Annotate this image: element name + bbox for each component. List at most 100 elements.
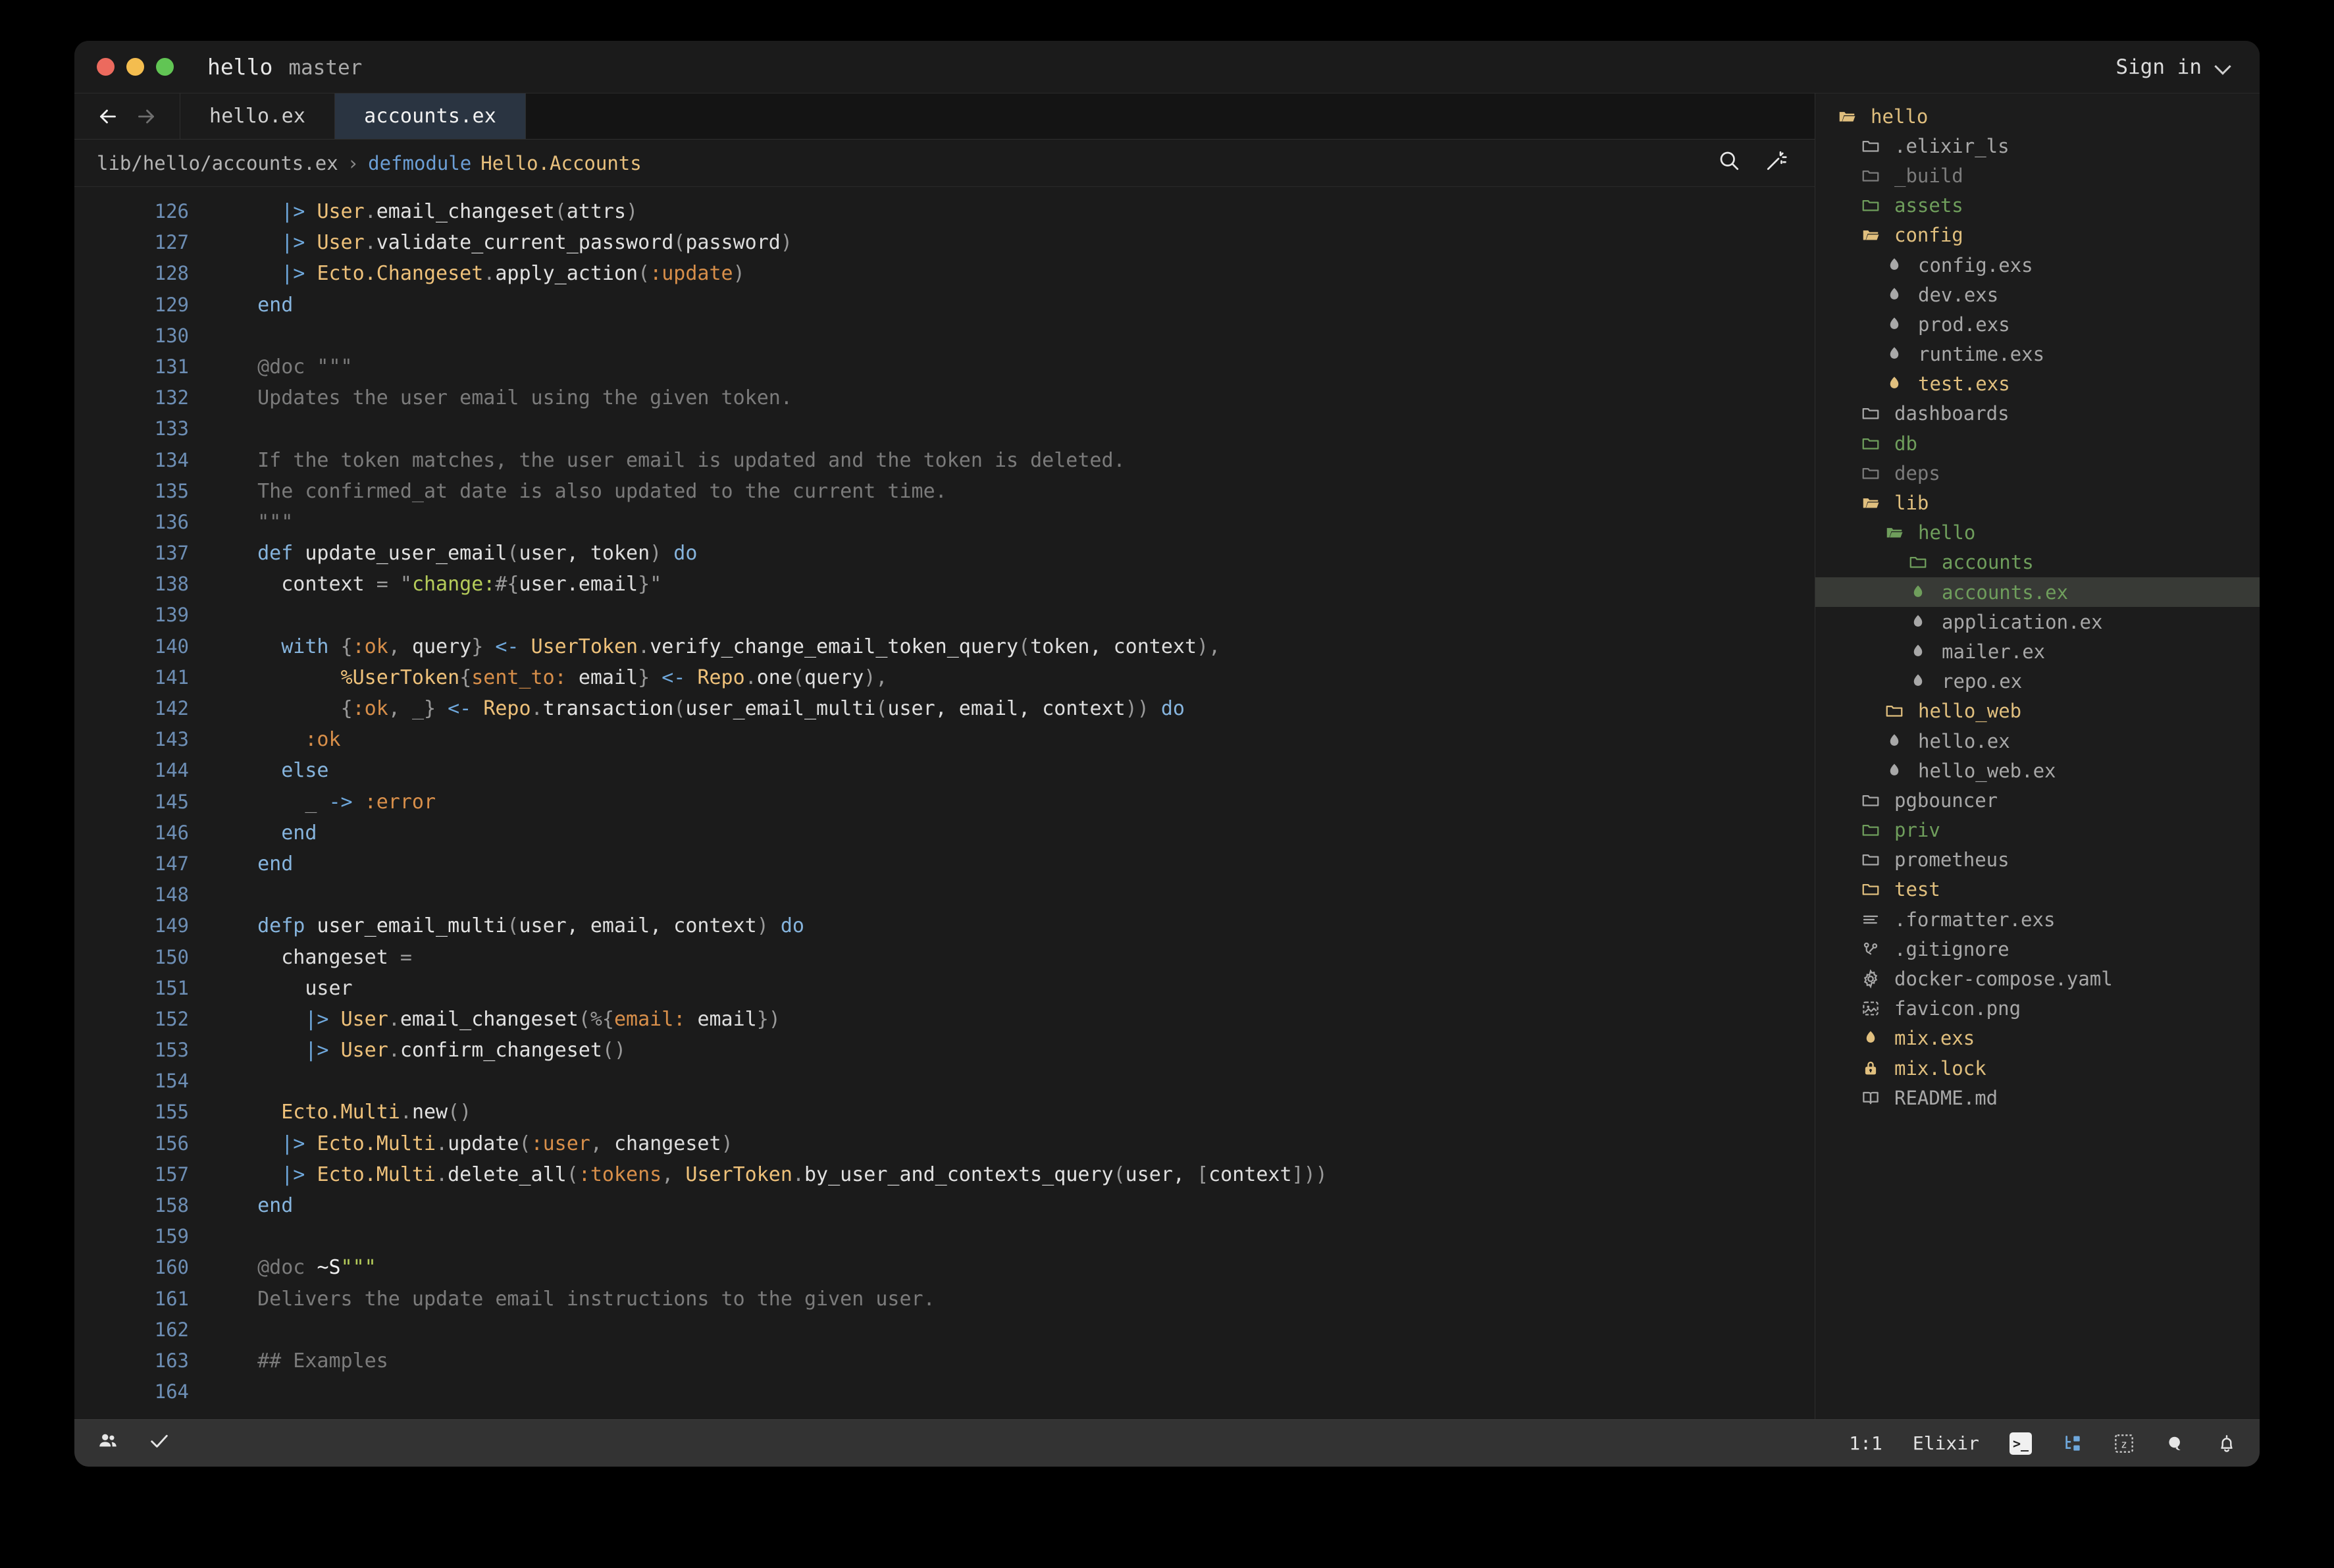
notifications-bell-icon[interactable]: [2216, 1433, 2237, 1454]
code-line[interactable]: 126 |> User.email_changeset(attrs): [74, 196, 1815, 227]
file-tree-item[interactable]: mailer.ex: [1815, 637, 2260, 666]
search-icon[interactable]: [1717, 149, 1741, 177]
code-line[interactable]: 154: [74, 1066, 1815, 1097]
file-tree-item[interactable]: pgbouncer: [1815, 785, 2260, 815]
file-tree-item[interactable]: config.exs: [1815, 250, 2260, 280]
minimize-window-button[interactable]: [126, 58, 144, 76]
file-tree-item[interactable]: dev.exs: [1815, 280, 2260, 309]
file-tree-item[interactable]: priv: [1815, 816, 2260, 845]
file-tree-item[interactable]: .formatter.exs: [1815, 904, 2260, 934]
go-back-button[interactable]: [89, 93, 127, 139]
code-line[interactable]: 157 |> Ecto.Multi.delete_all(:tokens, Us…: [74, 1159, 1815, 1190]
check-icon[interactable]: [148, 1430, 170, 1457]
file-tree-item[interactable]: favicon.png: [1815, 994, 2260, 1024]
code-line[interactable]: 128 |> Ecto.Changeset.apply_action(:upda…: [74, 258, 1815, 289]
code-line[interactable]: 135 The confirmed_at date is also update…: [74, 476, 1815, 507]
file-tree-item[interactable]: hello: [1815, 518, 2260, 548]
code-line[interactable]: 152 |> User.email_changeset(%{email: ema…: [74, 1004, 1815, 1035]
code-line[interactable]: 129 end: [74, 290, 1815, 321]
maximize-window-button[interactable]: [156, 58, 174, 76]
code-line[interactable]: 153 |> User.confirm_changeset(): [74, 1035, 1815, 1066]
code-line[interactable]: 139: [74, 600, 1815, 631]
code-line[interactable]: 142 {:ok, _} <- Repo.transaction(user_em…: [74, 693, 1815, 724]
code-line[interactable]: 160 @doc ~S""": [74, 1252, 1815, 1283]
code-line[interactable]: 131 @doc """: [74, 352, 1815, 382]
file-tree-item[interactable]: lib: [1815, 488, 2260, 517]
file-tree-item[interactable]: hello_web.ex: [1815, 756, 2260, 785]
code-line[interactable]: 136 """: [74, 507, 1815, 538]
code-line[interactable]: 164: [74, 1376, 1815, 1407]
code-line[interactable]: 163 ## Examples: [74, 1346, 1815, 1376]
code-line[interactable]: 132 Updates the user email using the giv…: [74, 382, 1815, 413]
editor-tab[interactable]: hello.ex: [180, 93, 336, 139]
code-line[interactable]: 151 user: [74, 973, 1815, 1004]
sign-in-button[interactable]: Sign in: [2115, 55, 2237, 79]
zed-predict-icon[interactable]: z: [2114, 1433, 2135, 1454]
language-selector[interactable]: Elixir: [1913, 1432, 1979, 1454]
file-tree-item[interactable]: .elixir_ls: [1815, 131, 2260, 161]
file-tree-item[interactable]: prod.exs: [1815, 309, 2260, 339]
file-tree-item[interactable]: db: [1815, 429, 2260, 458]
code-line[interactable]: 144 else: [74, 755, 1815, 786]
code-line[interactable]: 134 If the token matches, the user email…: [74, 445, 1815, 476]
code-line[interactable]: 141 %UserToken{sent_to: email} <- Repo.o…: [74, 662, 1815, 693]
code-editor[interactable]: 126 |> User.email_changeset(attrs) 127 |>…: [74, 187, 1815, 1419]
go-forward-button[interactable]: [127, 93, 165, 139]
breadcrumb[interactable]: lib/hello/accounts.ex › defmodule Hello.…: [97, 152, 642, 174]
file-tree-item[interactable]: hello.ex: [1815, 726, 2260, 756]
cursor-position[interactable]: 1:1: [1849, 1432, 1882, 1454]
file-tree-item[interactable]: application.ex: [1815, 607, 2260, 637]
code-line[interactable]: 133: [74, 413, 1815, 444]
file-tree-item[interactable]: mix.exs: [1815, 1024, 2260, 1053]
code-line-content: |> User.validate_current_password(passwo…: [281, 231, 792, 255]
code-line[interactable]: 155 Ecto.Multi.new(): [74, 1097, 1815, 1128]
code-line[interactable]: 150 changeset =: [74, 942, 1815, 973]
code-line[interactable]: 137 def update_user_email(user, token) d…: [74, 538, 1815, 569]
file-tree-item[interactable]: .gitignore: [1815, 934, 2260, 964]
file-tree-item[interactable]: config: [1815, 221, 2260, 250]
file-tree-item[interactable]: test: [1815, 875, 2260, 904]
code-line[interactable]: 162: [74, 1315, 1815, 1346]
editor-tab[interactable]: accounts.ex: [335, 93, 526, 139]
file-tree-item[interactable]: README.md: [1815, 1083, 2260, 1112]
code-line[interactable]: 148: [74, 879, 1815, 910]
terminal-icon[interactable]: >_: [2010, 1432, 2032, 1455]
file-tree-item[interactable]: assets: [1815, 191, 2260, 221]
file-tree-item[interactable]: deps: [1815, 458, 2260, 488]
file-tree-item[interactable]: prometheus: [1815, 845, 2260, 875]
project-file-tree[interactable]: hello .elixir_ls _build assets config config.…: [1815, 93, 2260, 1419]
code-line[interactable]: 146 end: [74, 818, 1815, 849]
code-line[interactable]: 159: [74, 1221, 1815, 1252]
git-branch-label[interactable]: master: [288, 56, 362, 80]
code-line[interactable]: 140 with {:ok, query} <- UserToken.verif…: [74, 631, 1815, 662]
code-line[interactable]: 147 end: [74, 849, 1815, 879]
file-tree-item[interactable]: hello_web: [1815, 696, 2260, 726]
chat-icon[interactable]: [2165, 1433, 2186, 1454]
code-line[interactable]: 143 :ok: [74, 724, 1815, 755]
code-line[interactable]: 149 defp user_email_multi(user, email, c…: [74, 910, 1815, 941]
file-tree-item[interactable]: repo.ex: [1815, 667, 2260, 696]
collaborators-icon[interactable]: [97, 1430, 119, 1457]
project-panel-icon[interactable]: [2062, 1433, 2083, 1454]
magic-wand-icon[interactable]: [1765, 149, 1788, 177]
file-tree-item[interactable]: runtime.exs: [1815, 340, 2260, 369]
file-tree-item[interactable]: test.exs: [1815, 369, 2260, 399]
code-line[interactable]: 130: [74, 321, 1815, 352]
close-window-button[interactable]: [97, 58, 115, 76]
code-line[interactable]: 127 |> User.validate_current_password(pa…: [74, 227, 1815, 258]
code-line[interactable]: 156 |> Ecto.Multi.update(:user, changese…: [74, 1128, 1815, 1159]
file-tree-item[interactable]: _build: [1815, 161, 2260, 190]
code-line[interactable]: 138 context = "change:#{user.email}": [74, 569, 1815, 600]
file-tree-item-selected[interactable]: accounts.ex: [1815, 577, 2260, 608]
file-tree-item[interactable]: mix.lock: [1815, 1053, 2260, 1083]
file-tree-item[interactable]: hello: [1815, 101, 2260, 131]
file-tree-item[interactable]: docker-compose.yaml: [1815, 964, 2260, 993]
file-tree-item[interactable]: dashboards: [1815, 399, 2260, 429]
code-line[interactable]: 145 _ -> :error: [74, 787, 1815, 818]
breadcrumb-file-path[interactable]: lib/hello/accounts.ex: [97, 152, 338, 174]
code-line[interactable]: 158 end: [74, 1190, 1815, 1221]
file-tree-item-label: .formatter.exs: [1894, 908, 2056, 931]
code-line[interactable]: 161 Delivers the update email instructio…: [74, 1284, 1815, 1315]
file-tree-item[interactable]: accounts: [1815, 548, 2260, 577]
tab-list: hello.ex accounts.ex: [180, 93, 526, 139]
